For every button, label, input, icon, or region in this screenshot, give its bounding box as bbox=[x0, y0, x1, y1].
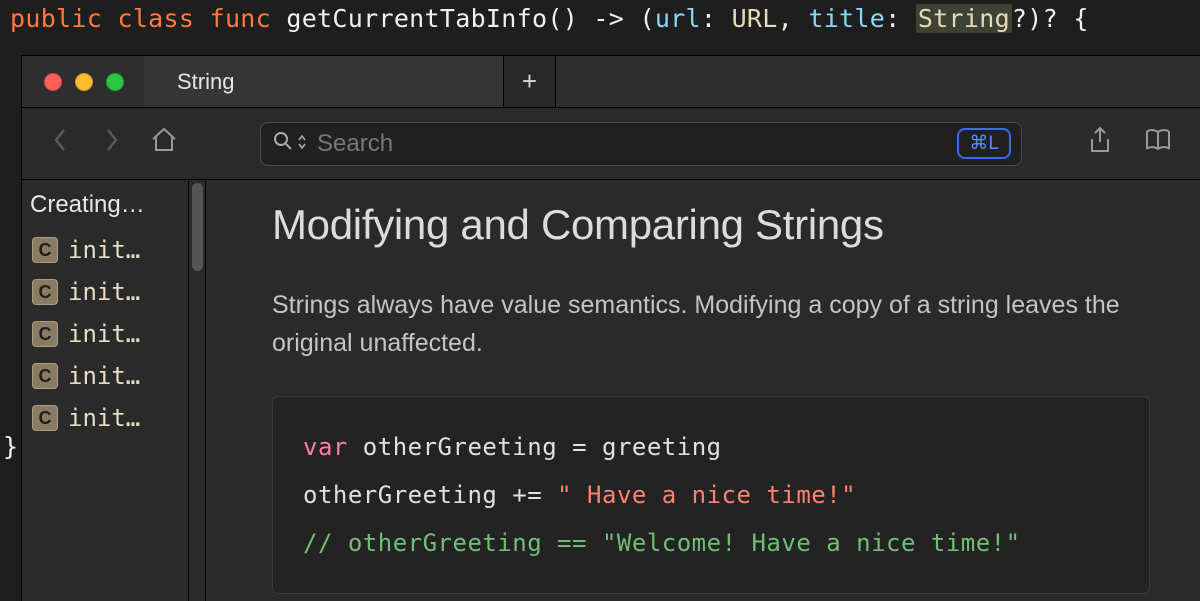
keyword-func: func bbox=[210, 4, 271, 33]
sidebar-item-init[interactable]: C init… bbox=[22, 355, 188, 397]
editor-code-line: public class func getCurrentTabInfo() ->… bbox=[0, 0, 1200, 49]
search-input[interactable] bbox=[317, 130, 957, 158]
new-tab-button[interactable]: + bbox=[504, 56, 556, 107]
chevron-left-icon bbox=[52, 127, 68, 153]
constructor-badge-icon: C bbox=[32, 363, 58, 389]
tab-title: String bbox=[177, 69, 234, 95]
content-area: Creating… C init… C init… C init… C init… bbox=[22, 181, 1200, 601]
minimize-window-button[interactable] bbox=[75, 73, 93, 91]
constructor-badge-icon: C bbox=[32, 405, 58, 431]
sidebar-item-label: init… bbox=[68, 236, 140, 264]
search-field-container[interactable]: ⌘L bbox=[260, 122, 1022, 166]
doc-paragraph: Strings always have value semantics. Mod… bbox=[272, 287, 1150, 362]
code-example-block: var otherGreeting = greeting otherGreeti… bbox=[272, 396, 1150, 594]
function-name: getCurrentTabInfo bbox=[286, 4, 547, 33]
sidebar-item-init[interactable]: C init… bbox=[22, 313, 188, 355]
constructor-badge-icon: C bbox=[32, 279, 58, 305]
search-shortcut-badge: ⌘L bbox=[957, 128, 1011, 159]
tab-string[interactable]: String bbox=[144, 56, 504, 107]
search-scope-chevron-icon[interactable] bbox=[297, 134, 307, 153]
constructor-badge-icon: C bbox=[32, 237, 58, 263]
constructor-badge-icon: C bbox=[32, 321, 58, 347]
code-line-1: var otherGreeting = greeting bbox=[303, 423, 1119, 471]
keyword-class: class bbox=[117, 4, 194, 33]
close-window-button[interactable] bbox=[44, 73, 62, 91]
forward-button[interactable] bbox=[98, 123, 126, 164]
book-icon bbox=[1144, 127, 1172, 153]
code-line-2: otherGreeting += " Have a nice time!" bbox=[303, 471, 1119, 519]
type-string-highlighted: String bbox=[916, 4, 1012, 33]
code-line-3: // otherGreeting == "Welcome! Have a nic… bbox=[303, 519, 1119, 567]
toolbar: ⌘L bbox=[22, 108, 1200, 180]
traffic-lights bbox=[22, 56, 144, 107]
house-icon bbox=[150, 127, 178, 153]
documentation-window: String + ⌘L bbox=[21, 55, 1200, 601]
titlebar: String + bbox=[22, 56, 1200, 108]
sidebar-scrollbar[interactable] bbox=[189, 181, 206, 601]
sidebar-item-label: init… bbox=[68, 362, 140, 390]
scrollbar-thumb[interactable] bbox=[192, 183, 203, 271]
sidebar-item-label: init… bbox=[68, 320, 140, 348]
sidebar-item-init[interactable]: C init… bbox=[22, 271, 188, 313]
sidebar-heading: Creating… bbox=[22, 187, 188, 229]
share-button[interactable] bbox=[1084, 126, 1116, 161]
zoom-window-button[interactable] bbox=[106, 73, 124, 91]
param-url: url bbox=[655, 4, 701, 33]
editor-closing-brace: } bbox=[0, 432, 21, 461]
documentation-body: Modifying and Comparing Strings Strings … bbox=[206, 181, 1200, 601]
doc-section-title: Modifying and Comparing Strings bbox=[272, 201, 1150, 249]
share-icon bbox=[1088, 126, 1112, 154]
sidebar-item-label: init… bbox=[68, 404, 140, 432]
plus-icon: + bbox=[522, 66, 537, 97]
type-url: URL bbox=[732, 4, 778, 33]
home-button[interactable] bbox=[150, 127, 178, 160]
chevron-right-icon bbox=[104, 127, 120, 153]
sidebar-item-label: init… bbox=[68, 278, 140, 306]
param-title: title bbox=[808, 4, 885, 33]
keyword-public: public bbox=[10, 4, 102, 33]
magnifier-icon bbox=[273, 131, 293, 157]
sidebar: Creating… C init… C init… C init… C init… bbox=[22, 181, 189, 601]
back-button[interactable] bbox=[46, 123, 74, 164]
bookmarks-button[interactable] bbox=[1140, 127, 1176, 160]
sidebar-item-init[interactable]: C init… bbox=[22, 229, 188, 271]
sidebar-item-init[interactable]: C init… bbox=[22, 397, 188, 439]
punct-open: () -> ( bbox=[547, 4, 654, 33]
